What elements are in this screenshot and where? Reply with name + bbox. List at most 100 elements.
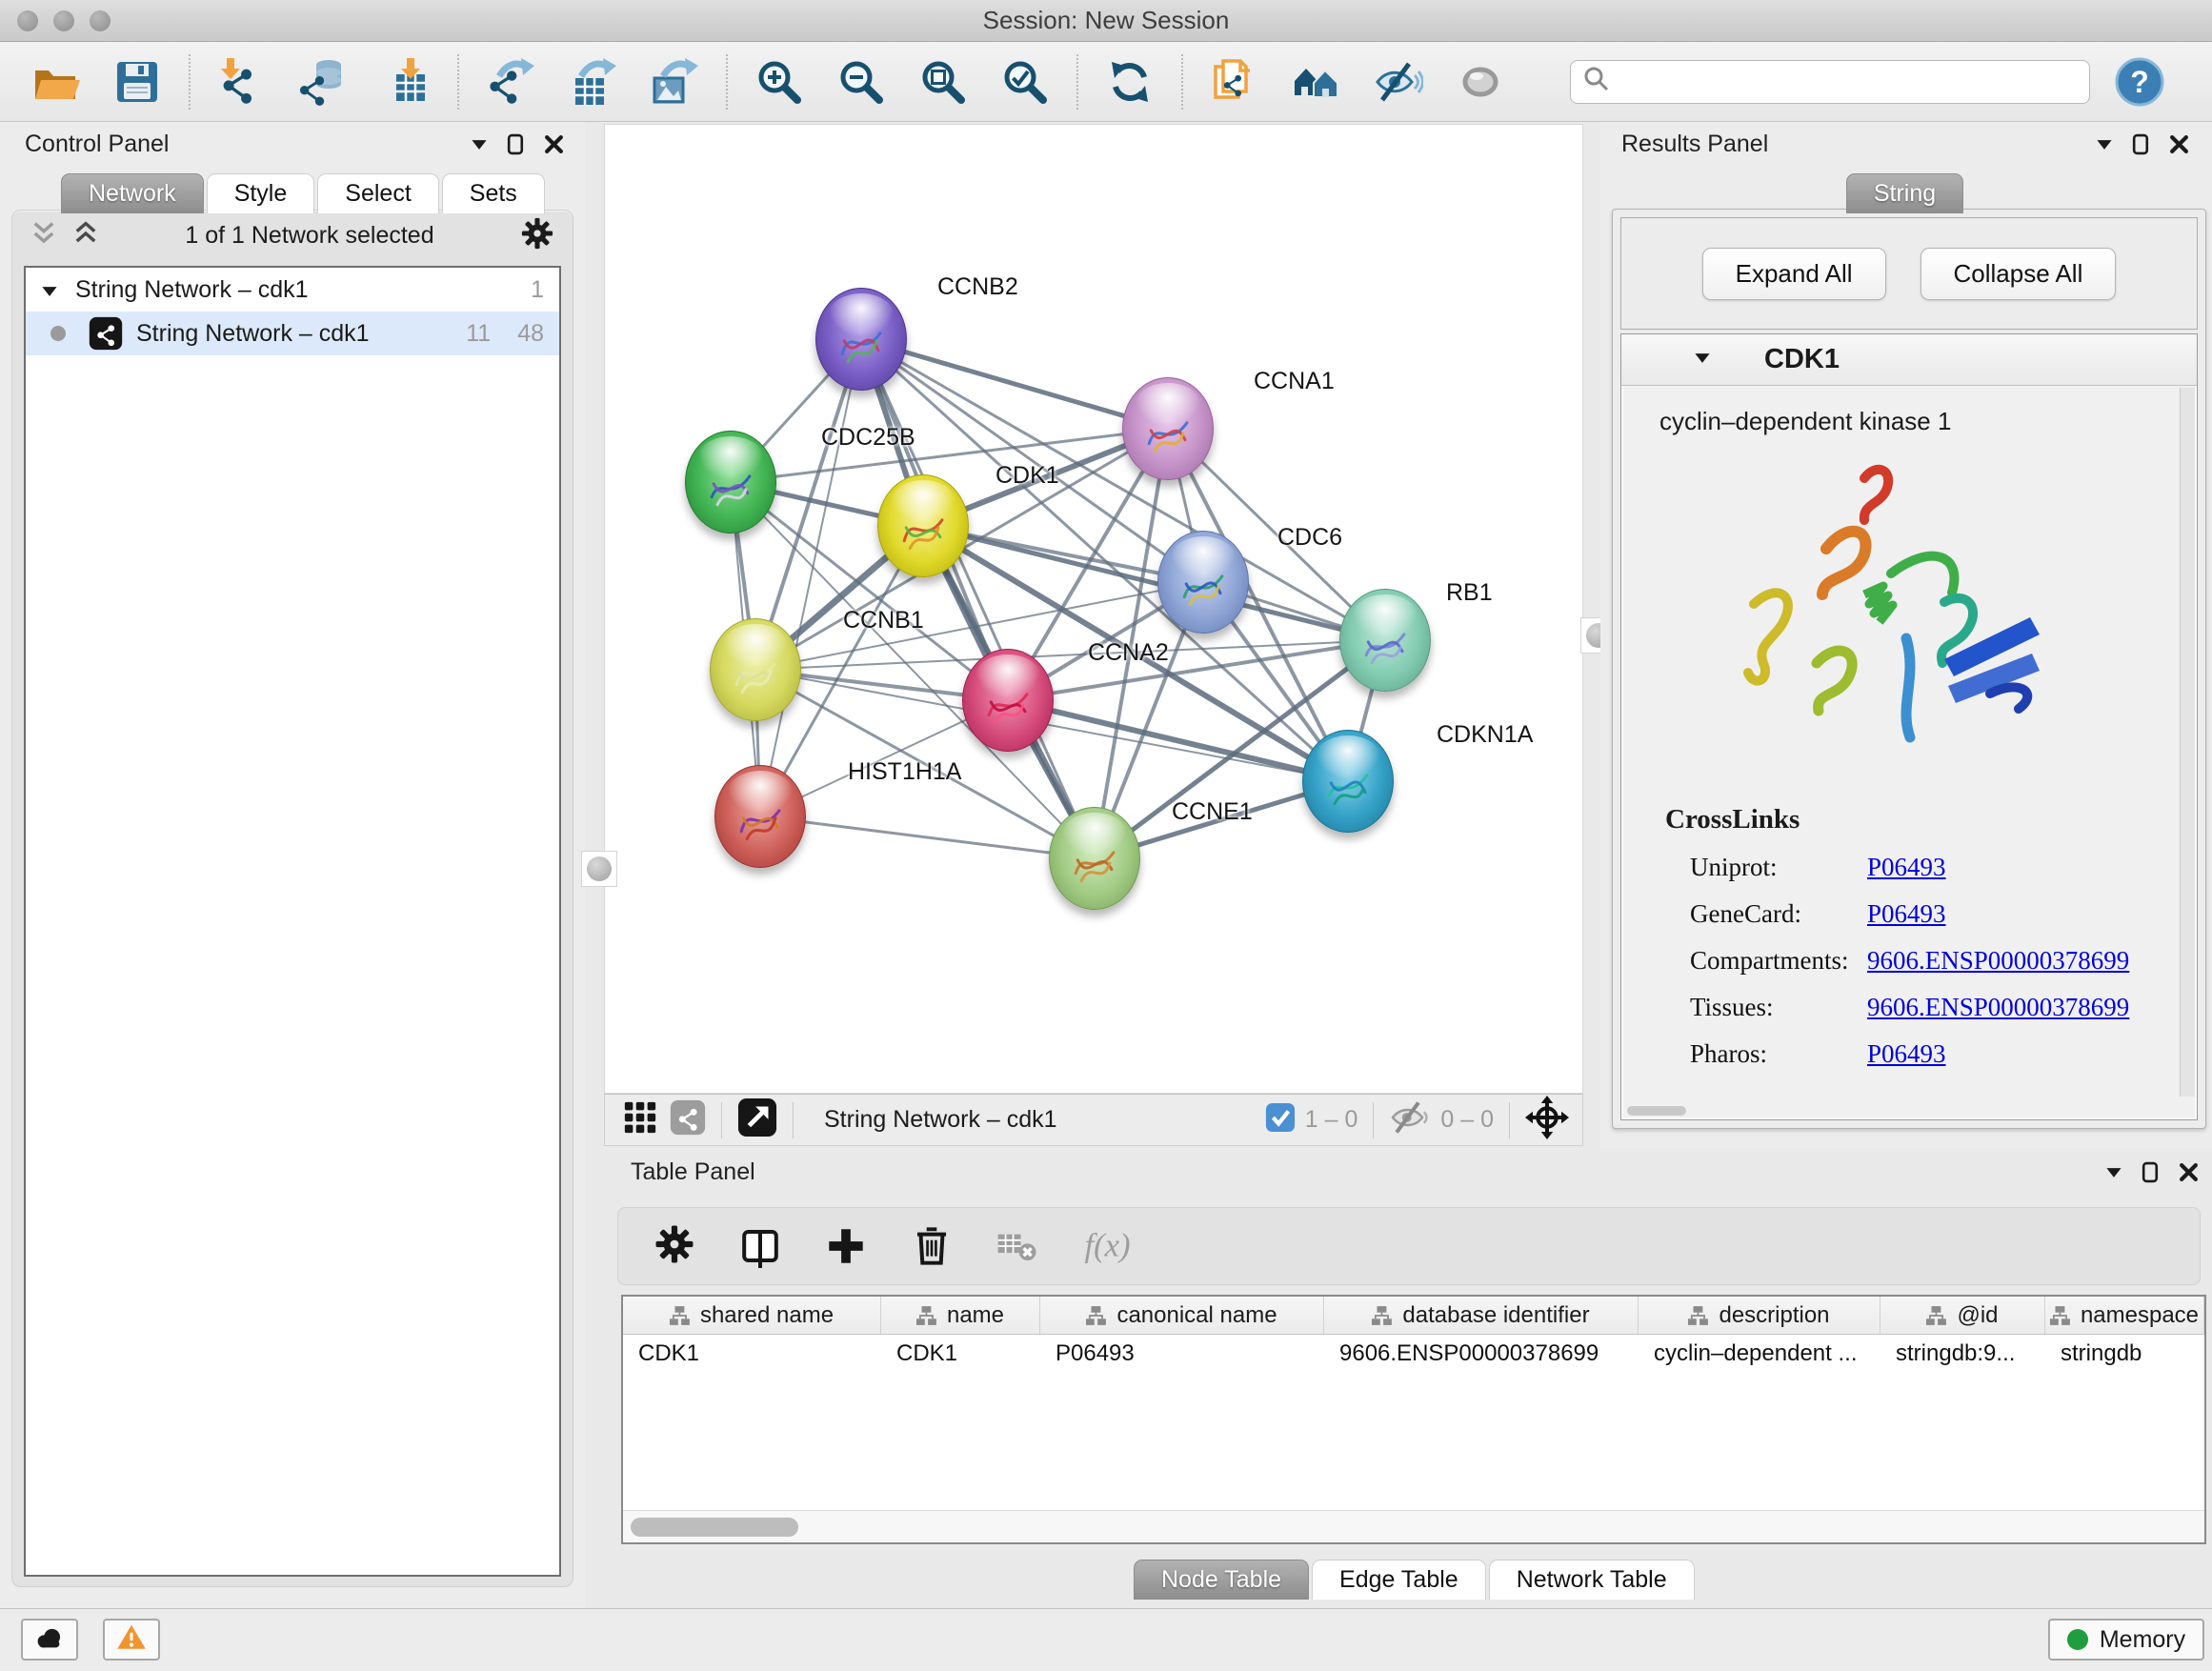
results-horizontal-scrollbar[interactable] [1627,1106,1686,1116]
export-table-icon[interactable] [566,55,619,109]
column-header-database-identifier[interactable]: database identifier [1324,1297,1639,1334]
import-table-icon[interactable] [379,55,432,109]
node-structure-thumbnail [732,790,789,851]
results-panel-close-icon[interactable] [2169,134,2189,154]
entry-collapse-icon[interactable] [1694,352,1711,369]
node-ccnb2[interactable] [815,288,907,391]
zoom-out-icon[interactable] [835,55,888,109]
crosslink-row: Uniprot: P06493 [1665,853,2197,882]
node-ccna2[interactable] [962,649,1054,752]
memory-button[interactable]: Memory [2048,1619,2204,1661]
results-panel-maximize-icon[interactable] [2132,133,2150,155]
string-node-entry: CDK1 cyclin–dependent kinase 1 CrossLink… [1620,333,2198,1120]
crosslink-link[interactable]: 9606.ENSP00000378699 [1867,946,2129,976]
network-options-gear-icon[interactable] [519,215,555,256]
zoom-selected-icon[interactable] [998,55,1052,109]
search-input[interactable] [1619,69,2078,95]
edge-ccnb2-hist1h1a[interactable] [760,339,861,816]
create-column-icon[interactable] [824,1224,868,1268]
node-cdk1[interactable] [877,474,969,577]
node-ccna1[interactable] [1122,377,1214,480]
tab-edge-table[interactable]: Edge Table [1312,1560,1486,1600]
import-network-database-icon[interactable] [297,55,351,109]
node-cdc6[interactable] [1157,531,1249,634]
tab-select[interactable]: Select [317,173,438,213]
tab-node-table[interactable]: Node Table [1134,1560,1309,1600]
table-panel-maximize-icon[interactable] [2142,1161,2160,1183]
network-row[interactable]: String Network – cdk1 11 48 [26,312,559,355]
control-panel-close-icon[interactable] [544,134,564,154]
table-panel-float-icon[interactable] [2105,1166,2122,1178]
zoom-in-icon[interactable] [753,55,806,109]
window-title: Session: New Session [0,6,2212,35]
first-neighbors-icon[interactable] [1290,55,1343,109]
network-collection-row[interactable]: String Network – cdk1 1 [26,268,559,312]
crosslink-link[interactable]: 9606.ENSP00000378699 [1867,993,2129,1022]
zoom-fit-icon[interactable] [916,55,970,109]
export-network-icon[interactable] [484,55,537,109]
collection-expand-icon[interactable] [41,276,58,304]
table-row[interactable]: CDK1CDK1P064939606.ENSP00000378699cyclin… [623,1335,2204,1373]
node-rb1[interactable] [1339,589,1431,692]
table-panel-close-icon[interactable] [2179,1162,2199,1182]
node-cdc25b[interactable] [685,431,776,534]
hide-selected-icon[interactable] [1372,55,1425,109]
control-panel-float-icon[interactable] [471,138,488,151]
show-columns-icon[interactable] [738,1224,782,1268]
crosslink-link[interactable]: P06493 [1867,899,1946,929]
node-cdkn1a[interactable] [1302,730,1394,833]
column-header-name[interactable]: name [881,1297,1040,1334]
tab-string[interactable]: String [1846,173,1963,213]
results-vertical-scrollbar[interactable] [2180,388,2195,1097]
column-header-namespace[interactable]: namespace [2045,1297,2204,1334]
crosslink-link[interactable]: P06493 [1867,853,1946,882]
save-session-icon[interactable] [111,55,164,109]
column-header-canonical-name[interactable]: canonical name [1040,1297,1324,1334]
crosslink-link[interactable]: P06493 [1867,1039,1946,1069]
left-splitter-handle[interactable] [581,851,617,887]
import-network-file-icon[interactable] [215,55,269,109]
birdseye-view-icon[interactable] [737,1097,777,1142]
tab-style[interactable]: Style [207,173,315,213]
column-header-@id[interactable]: @id [1880,1297,2045,1334]
node-label-ccna2: CCNA2 [1088,639,1169,667]
table-panel: Table Panel f(x) shared namenamecanonica… [604,1148,2212,1608]
edge-hist1h1a-ccne1[interactable] [760,816,1095,858]
node-label-cdc25b: CDC25B [821,424,915,452]
share-document-icon[interactable] [1208,55,1261,109]
column-header-shared-name[interactable]: shared name [623,1297,881,1334]
warnings-button[interactable] [103,1619,160,1661]
tab-network[interactable]: Network [61,173,204,213]
results-panel-float-icon[interactable] [2096,138,2113,151]
node-ccne1[interactable] [1049,807,1140,910]
column-type-icon [1086,1305,1107,1326]
tab-network-table[interactable]: Network Table [1489,1560,1695,1600]
search-box[interactable] [1570,60,2090,104]
node-ccnb1[interactable] [710,618,801,721]
expand-all-button[interactable]: Expand All [1702,248,1886,300]
help-button[interactable]: ? [2115,57,2164,107]
node-hist1h1a[interactable] [714,765,806,868]
fit-selected-crosshair-icon[interactable] [1525,1096,1569,1144]
show-all-icon[interactable] [1454,55,1507,109]
column-header-description[interactable]: description [1639,1297,1880,1334]
collapse-all-button[interactable]: Collapse All [1920,248,2117,300]
control-panel-maximize-icon[interactable] [507,133,525,155]
network-canvas[interactable]: CCNB2 CCNA1 CDC25B CDK1 CDC6 RB1 CCNB1 C… [604,124,1583,1094]
open-session-icon[interactable] [29,55,82,109]
network-chip-icon[interactable] [670,1099,706,1140]
cloud-status-button[interactable] [21,1619,78,1661]
edge-ccnb2-ccna1[interactable] [861,339,1168,429]
collapse-all-networks-icon[interactable] [30,219,58,252]
tab-sets[interactable]: Sets [442,173,545,213]
delete-columns-icon[interactable] [910,1224,954,1268]
node-entry-header[interactable]: CDK1 [1621,334,2197,386]
refresh-icon[interactable] [1103,55,1156,109]
expand-all-networks-icon[interactable] [71,219,100,252]
table-options-gear-icon[interactable] [653,1222,696,1271]
selected-checkbox-icon[interactable] [1265,1102,1296,1137]
export-image-icon[interactable] [648,55,701,109]
table-horizontal-scrollbar[interactable] [623,1510,2204,1542]
node-label-cdkn1a: CDKN1A [1437,721,1533,749]
grid-view-icon[interactable] [624,1101,656,1138]
